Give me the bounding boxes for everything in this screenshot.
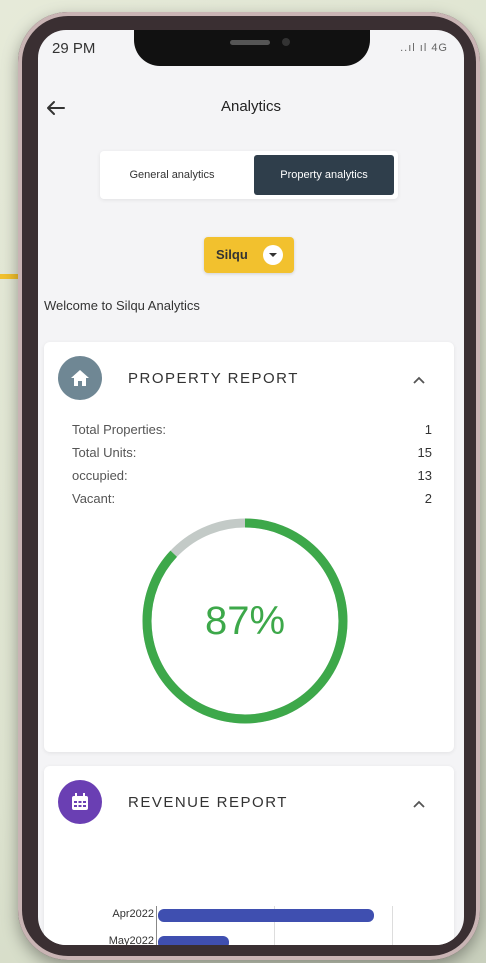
revenue-report-card: REVENUE REPORT Apr2022 May2022 (44, 766, 454, 945)
occupancy-percent: 87% (204, 599, 286, 643)
stat-label: Total Units: (72, 445, 137, 460)
chart-gridline (392, 906, 393, 945)
property-report-card: PROPERTY REPORT Total Properties: 1 Tota… (44, 342, 454, 752)
bar-label: Apr2022 (112, 908, 154, 920)
chart-axis (156, 906, 157, 945)
property-report-title: PROPERTY REPORT (128, 370, 299, 387)
stat-label: Vacant: (72, 491, 116, 506)
home-icon (58, 356, 102, 400)
page-title: Analytics (220, 98, 282, 115)
revenue-bar (158, 936, 229, 945)
chevron-up-icon[interactable] (412, 796, 426, 814)
chevron-down-icon (263, 245, 283, 265)
calendar-icon (58, 780, 102, 824)
welcome-text: Welcome to Silqu Analytics (44, 298, 200, 313)
front-camera (282, 38, 290, 46)
stat-label: Total Properties: (72, 422, 166, 437)
status-indicators: ..ıl ıl 4G (400, 42, 448, 54)
bar-label: May2022 (108, 935, 154, 945)
stat-total-units: Total Units: 15 (72, 445, 432, 465)
property-select-value: Silqu (216, 247, 248, 262)
stat-total-properties: Total Properties: 1 (72, 422, 432, 442)
stat-value: 1 (424, 422, 432, 437)
analytics-tabs: General analytics Property analytics (100, 151, 398, 199)
stat-value: 15 (417, 445, 432, 460)
revenue-bar (158, 909, 374, 922)
stat-occupied: occupied: 13 (72, 468, 432, 488)
speaker-grille (230, 40, 270, 45)
app-screen: 29 PM ..ıl ıl 4G Analytics General analy… (38, 30, 464, 945)
chevron-up-icon[interactable] (412, 372, 426, 390)
stat-label: occupied: (72, 468, 128, 483)
stat-vacant: Vacant: 2 (72, 491, 432, 511)
stat-value: 2 (424, 491, 432, 506)
stat-value: 13 (417, 468, 432, 483)
status-time: 29 PM (52, 40, 96, 57)
property-select[interactable]: Silqu (204, 237, 294, 273)
camera-notch (134, 30, 370, 66)
revenue-chart: Apr2022 May2022 (44, 906, 454, 945)
tab-property-analytics[interactable]: Property analytics (254, 155, 394, 195)
tab-general-analytics[interactable]: General analytics (104, 155, 240, 195)
revenue-report-title: REVENUE REPORT (128, 794, 288, 811)
